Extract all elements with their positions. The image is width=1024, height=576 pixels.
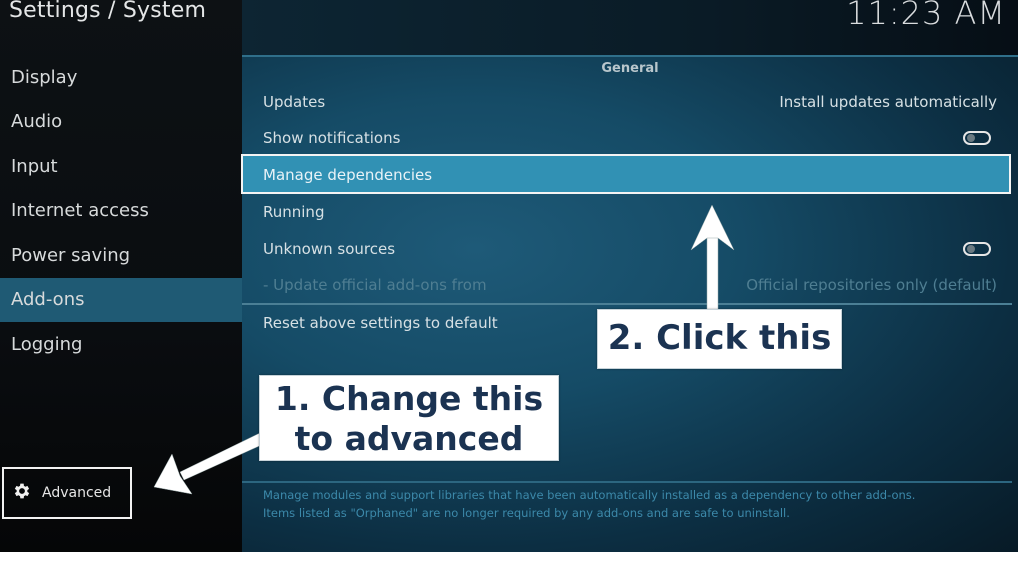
annotation-callout-change-advanced: 1. Change this to advanced	[259, 375, 559, 461]
annotation-arrows	[153, 204, 735, 495]
arrow-down-left-icon	[153, 431, 269, 495]
annotation-callout-click-this: 2. Click this	[597, 309, 842, 369]
arrow-up-icon	[690, 204, 735, 311]
callout-line: to advanced	[294, 419, 524, 458]
callout-line: 1. Change this	[274, 379, 544, 418]
kodi-settings-screen: Settings / System Display Audio Input In…	[0, 0, 1018, 552]
